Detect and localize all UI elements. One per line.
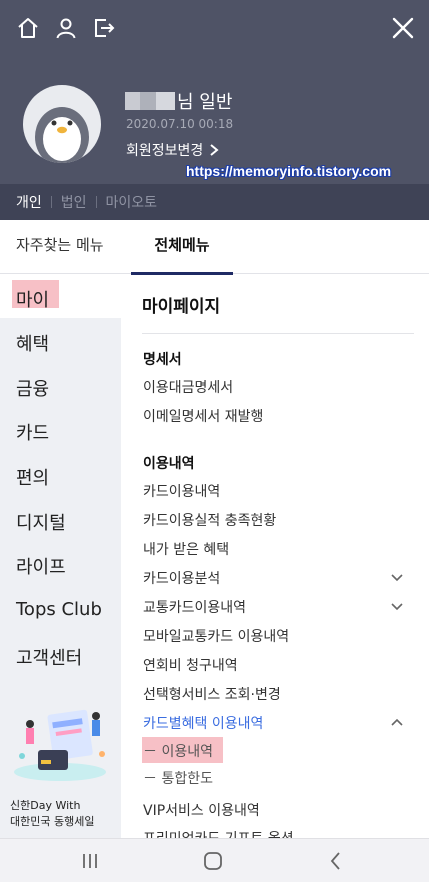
category-card[interactable]: 카드: [16, 419, 49, 445]
system-nav-bar: [0, 838, 429, 882]
back-icon[interactable]: [324, 849, 348, 873]
chevron-down-icon[interactable]: [390, 571, 404, 585]
divider: [95, 196, 97, 208]
category-digital[interactable]: 디지털: [16, 509, 66, 535]
last-login-time: 2020.07.10 00:18: [126, 117, 234, 131]
category-life[interactable]: 라이프: [16, 553, 66, 579]
page-title: 마이페이지: [142, 297, 221, 317]
promo-text[interactable]: 신한Day With 대한민국 동행세일: [10, 798, 94, 830]
divider: [50, 196, 52, 208]
logout-icon[interactable]: [92, 16, 116, 40]
menu-item-transit-card-usage[interactable]: 교통카드이용내역: [143, 597, 246, 617]
submenu-item-usage-history[interactable]: － 이용내역: [143, 741, 213, 761]
recent-apps-icon[interactable]: [78, 849, 102, 873]
home-button-icon[interactable]: [201, 849, 225, 873]
category-benefit[interactable]: 혜택: [16, 330, 49, 356]
menu-content: 마이페이지 명세서 이용대금명세서 이메일명세서 재발행 이용내역 카드이용내역…: [121, 274, 429, 838]
section-title-usage: 이용내역: [143, 456, 195, 472]
account-type-tabs: 개인 법인 마이오토: [0, 184, 429, 220]
section-title-statement: 명세서: [143, 352, 182, 368]
promo-line-1: 신한Day With: [10, 799, 81, 812]
promo-illustration[interactable]: [10, 694, 110, 784]
category-convenience[interactable]: 편의: [16, 464, 49, 490]
header-icon-bar: [16, 16, 116, 40]
user-name: 님 일반: [125, 90, 233, 113]
close-icon[interactable]: [389, 14, 417, 42]
edit-profile-label: 회원정보변경: [126, 143, 204, 159]
menu-tabs: 자주찾는 메뉴 전체메뉴: [0, 220, 429, 275]
menu-item-annual-fee[interactable]: 연회비 청구내역: [143, 655, 238, 675]
tab-corporate[interactable]: 법인: [61, 192, 87, 212]
menu-item-premium-gift[interactable]: 프리미엄카드 기프트 옵션: [143, 828, 294, 838]
watermark-text: https://memoryinfo.tistory.com: [186, 163, 392, 179]
user-icon[interactable]: [54, 16, 78, 40]
tab-all-menu[interactable]: 전체메뉴: [131, 220, 233, 275]
chevron-right-icon: [210, 144, 219, 156]
tab-personal[interactable]: 개인: [16, 192, 42, 212]
menu-item-performance-status[interactable]: 카드이용실적 충족현황: [143, 510, 276, 530]
menu-item-received-benefits[interactable]: 내가 받은 혜택: [143, 539, 229, 559]
promo-line-2: 대한민국 동행세일: [10, 815, 95, 828]
chevron-up-icon[interactable]: [390, 715, 404, 729]
edit-profile-link[interactable]: 회원정보변경: [126, 140, 219, 160]
menu-item-usage-analysis[interactable]: 카드이용분석: [143, 568, 220, 588]
category-customer-center[interactable]: 고객센터: [16, 644, 82, 670]
tab-favorite-menu[interactable]: 자주찾는 메뉴: [16, 220, 104, 274]
home-icon[interactable]: [16, 16, 40, 40]
menu-item-optional-service[interactable]: 선택형서비스 조회·변경: [143, 684, 281, 704]
chevron-down-icon[interactable]: [390, 600, 404, 614]
category-list: 마이 혜택 금융 카드 편의 디지털 라이프 Tops Club 고객센터 신한…: [0, 274, 121, 838]
submenu-item-integrated-limit[interactable]: － 통합한도: [143, 768, 213, 788]
divider: [142, 333, 414, 334]
penguin-icon: [35, 107, 89, 163]
menu-item-billing-statement[interactable]: 이용대금명세서: [143, 377, 233, 397]
menu-item-card-usage[interactable]: 카드이용내역: [143, 481, 220, 501]
avatar: [23, 85, 101, 163]
tab-my-auto[interactable]: 마이오토: [106, 192, 158, 212]
name-mask: [125, 92, 175, 110]
menu-item-card-benefit-usage[interactable]: 카드별혜택 이용내역: [143, 713, 263, 733]
user-grade-label: 님 일반: [177, 92, 233, 113]
menu-item-vip-service[interactable]: VIP서비스 이용내역: [143, 800, 260, 820]
menu-item-email-statement-reissue[interactable]: 이메일명세서 재발행: [143, 406, 263, 426]
menu-item-mobile-transit-usage[interactable]: 모바일교통카드 이용내역: [143, 626, 289, 646]
category-finance[interactable]: 금융: [16, 375, 49, 401]
drawer-header: 님 일반 2020.07.10 00:18 회원정보변경 https://mem…: [0, 0, 429, 220]
category-my[interactable]: 마이: [16, 286, 49, 312]
category-tops-club[interactable]: Tops Club: [16, 599, 102, 620]
